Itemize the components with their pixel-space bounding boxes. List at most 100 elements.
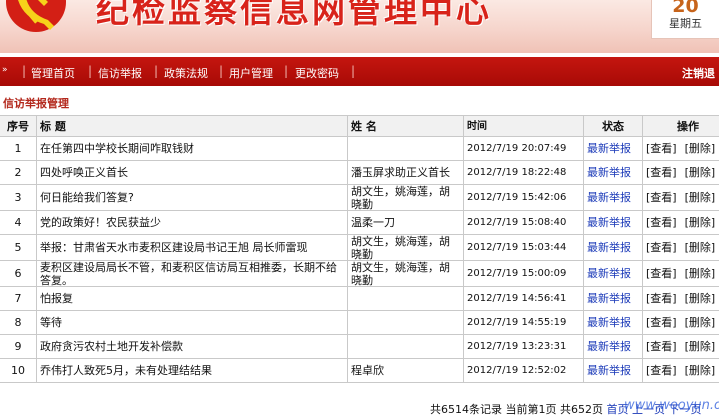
row-name: 胡文生，姚海莲，胡晓勤 — [348, 261, 464, 286]
row-time: 2012/7/19 15:08:40 — [464, 211, 584, 234]
table-row: 9 政府贪污农村土地开发补偿款 2012/7/19 13:23:31 最新举报 [查看]… — [0, 335, 719, 359]
table-row: 4 党的政策好！农民获益少 温柔一刀 2012/7/19 15:08:40 最新举报 [查… — [0, 211, 719, 235]
nav-item-petitions[interactable]: 信访举报 — [98, 65, 142, 81]
view-link[interactable]: [查看] — [646, 364, 677, 377]
row-actions: [查看] [删除] — [643, 335, 719, 358]
table-row: 5 举报：甘肃省天水市麦积区建设局书记王旭 局长师雷现 胡文生，姚海莲，胡晓勤 201… — [0, 235, 719, 261]
row-actions: [查看] [删除] — [643, 161, 719, 184]
row-status-link[interactable]: 最新举报 — [584, 335, 643, 358]
logout-link[interactable]: 注销退 — [682, 65, 715, 81]
row-title-text: 政府贪污农村土地开发补偿款 — [40, 340, 183, 353]
row-time: 2012/7/19 15:00:09 — [464, 261, 584, 286]
nav-item-users[interactable]: 用户管理 — [229, 65, 273, 81]
view-link[interactable]: [查看] — [646, 166, 677, 179]
row-actions: [查看] [删除] — [643, 137, 719, 160]
row-no-text: 6 — [14, 267, 22, 280]
row-name — [348, 311, 464, 334]
row-time-text: 2012/7/19 15:42:06 — [467, 192, 567, 203]
row-status-link-text[interactable]: 最新举报 — [587, 267, 631, 280]
view-link[interactable]: [查看] — [646, 216, 677, 229]
row-status-link[interactable]: 最新举报 — [584, 311, 643, 334]
delete-link[interactable]: [删除] — [685, 241, 716, 254]
row-status-link-text[interactable]: 最新举报 — [587, 292, 631, 305]
row-status-link[interactable]: 最新举报 — [584, 137, 643, 160]
row-no-text: 5 — [14, 241, 22, 254]
row-name — [348, 137, 464, 160]
row-status-link-text[interactable]: 最新举报 — [587, 241, 631, 254]
row-no: 6 — [0, 261, 37, 286]
row-status-link[interactable]: 最新举报 — [584, 161, 643, 184]
row-status-link-text[interactable]: 最新举报 — [587, 316, 631, 329]
row-status-link-text[interactable]: 最新举报 — [587, 166, 631, 179]
row-no-text: 3 — [14, 191, 22, 204]
view-link[interactable]: [查看] — [646, 340, 677, 353]
row-no: 2 — [0, 161, 37, 184]
row-status-link[interactable]: 最新举报 — [584, 359, 643, 382]
view-link[interactable]: [查看] — [646, 191, 677, 204]
col-header-title: 标 题 — [37, 116, 348, 136]
row-actions: [查看] [删除] — [643, 261, 719, 286]
delete-link[interactable]: [删除] — [685, 340, 716, 353]
row-title: 怕报复 — [37, 287, 348, 310]
nav-item-change-password[interactable]: 更改密码 — [295, 65, 339, 81]
col-header-action: 操作 — [677, 119, 699, 133]
row-title: 在任第四中学校长期间咋取钱财 — [37, 137, 348, 160]
row-name-text: 程卓欣 — [351, 364, 384, 377]
row-status-link[interactable]: 最新举报 — [584, 287, 643, 310]
row-time: 2012/7/19 12:52:02 — [464, 359, 584, 382]
delete-link[interactable]: [删除] — [685, 191, 716, 204]
table-row: 1 在任第四中学校长期间咋取钱财 2012/7/19 20:07:49 最新举报 [查看… — [0, 137, 719, 161]
row-actions: [查看] [删除] — [643, 211, 719, 234]
top-nav: » | 管理首页 | 信访举报 | 政策法规 | 用户管理 | 更改密码 | 注… — [0, 57, 719, 86]
row-status-link-text[interactable]: 最新举报 — [587, 364, 631, 377]
row-time: 2012/7/19 13:23:31 — [464, 335, 584, 358]
page: 纪检监察信息网管理中心 20 星期五 » | 管理首页 | 信访举报 | 政策法… — [0, 0, 719, 415]
row-status-link[interactable]: 最新举报 — [584, 185, 643, 210]
delete-link[interactable]: [删除] — [685, 292, 716, 305]
row-status-link[interactable]: 最新举报 — [584, 235, 643, 260]
table-row: 3 何日能给我们答复? 胡文生，姚海莲，胡晓勤 2012/7/19 15:42:06 最… — [0, 185, 719, 211]
delete-link[interactable]: [删除] — [685, 364, 716, 377]
row-name — [348, 335, 464, 358]
table-row: 10 乔伟打人致死5月，未有处理结结果 程卓欣 2012/7/19 12:52:02 最… — [0, 359, 719, 383]
nav-item-home[interactable]: 管理首页 — [31, 65, 75, 81]
header-banner: 纪检监察信息网管理中心 20 星期五 — [0, 0, 719, 53]
nav-separator: | — [88, 64, 93, 78]
delete-link[interactable]: [删除] — [685, 142, 716, 155]
view-link[interactable]: [查看] — [646, 142, 677, 155]
row-title: 政府贪污农村土地开发补偿款 — [37, 335, 348, 358]
row-title-text: 等待 — [40, 316, 62, 329]
row-status-link-text[interactable]: 最新举报 — [587, 216, 631, 229]
row-title: 四处呼唤正义首长 — [37, 161, 348, 184]
nav-item-policies[interactable]: 政策法规 — [164, 65, 208, 81]
row-status-link[interactable]: 最新举报 — [584, 211, 643, 234]
col-header-time: 时间 — [464, 116, 584, 136]
row-time: 2012/7/19 15:42:06 — [464, 185, 584, 210]
view-link[interactable]: [查看] — [646, 267, 677, 280]
delete-link[interactable]: [删除] — [685, 316, 716, 329]
petition-table: 序号 标 题 姓 名 时间 状态 操作 1 在任第四中学校长期间咋取钱财 2012/… — [0, 115, 719, 400]
row-title: 乔伟打人致死5月，未有处理结结果 — [37, 359, 348, 382]
row-time: 2012/7/19 18:22:48 — [464, 161, 584, 184]
row-status-link-text[interactable]: 最新举报 — [587, 142, 631, 155]
table-header-row: 序号 标 题 姓 名 时间 状态 操作 — [0, 115, 719, 137]
row-actions: [查看] [删除] — [643, 359, 719, 382]
table-row: 8 等待 2012/7/19 14:55:19 最新举报 [查看] [删除] — [0, 311, 719, 335]
row-name: 胡文生，姚海莲，胡晓勤 — [348, 185, 464, 210]
view-link[interactable]: [查看] — [646, 292, 677, 305]
row-no-text: 9 — [14, 340, 22, 353]
row-title-text: 党的政策好！农民获益少 — [40, 216, 161, 229]
view-link[interactable]: [查看] — [646, 316, 677, 329]
row-status-link-text[interactable]: 最新举报 — [587, 340, 631, 353]
col-header-name: 姓 名 — [348, 116, 464, 136]
row-actions: [查看] [删除] — [643, 287, 719, 310]
date-weekday: 星期五 — [669, 17, 702, 30]
row-status-link[interactable]: 最新举报 — [584, 261, 643, 286]
row-title-text: 四处呼唤正义首长 — [40, 166, 128, 179]
row-status-link-text[interactable]: 最新举报 — [587, 191, 631, 204]
delete-link[interactable]: [删除] — [685, 216, 716, 229]
delete-link[interactable]: [删除] — [685, 166, 716, 179]
nav-separator: | — [154, 64, 159, 78]
delete-link[interactable]: [删除] — [685, 267, 716, 280]
view-link[interactable]: [查看] — [646, 241, 677, 254]
